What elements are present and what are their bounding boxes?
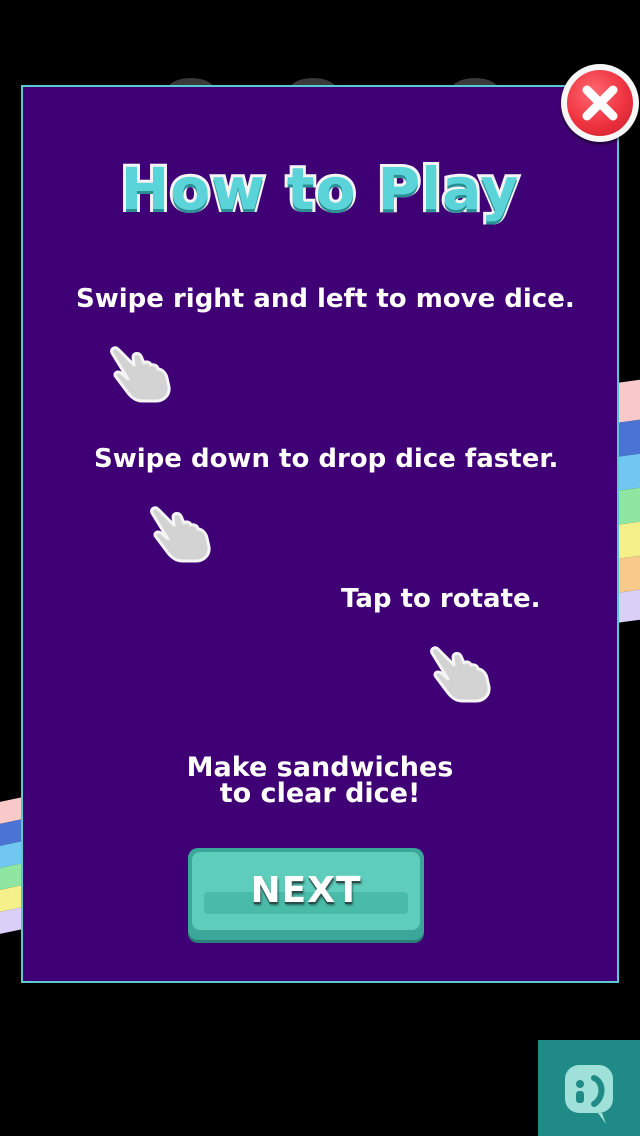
next-button-label: NEXT <box>250 870 362 911</box>
instruction-tap-rotate: Tap to rotate. <box>341 584 541 614</box>
next-button[interactable]: NEXT <box>188 848 424 940</box>
goal-message: Make sandwiches to clear dice! <box>23 754 617 809</box>
close-button[interactable] <box>561 64 639 142</box>
rainbow-stripe-decoration <box>618 377 640 623</box>
rainbow-stripe-decoration <box>0 797 22 953</box>
instruction-swipe-horizontal: Swipe right and left to move dice. <box>76 284 575 314</box>
dialog-title: How to Play <box>118 152 521 226</box>
goal-message-line2: to clear dice! <box>219 778 421 809</box>
hand-pointer-icon <box>150 506 211 563</box>
chat-badge-icon <box>565 1065 613 1124</box>
instruction-swipe-down: Swipe down to drop dice faster. <box>94 444 559 474</box>
close-icon <box>582 85 618 121</box>
game-screen: How to Play Swipe right and left to move… <box>0 0 640 1136</box>
how-to-play-dialog: How to Play Swipe right and left to move… <box>21 85 619 983</box>
hand-pointer-icon <box>110 346 171 403</box>
chat-badge-button[interactable] <box>538 1040 640 1136</box>
hand-pointer-icon <box>430 646 491 703</box>
